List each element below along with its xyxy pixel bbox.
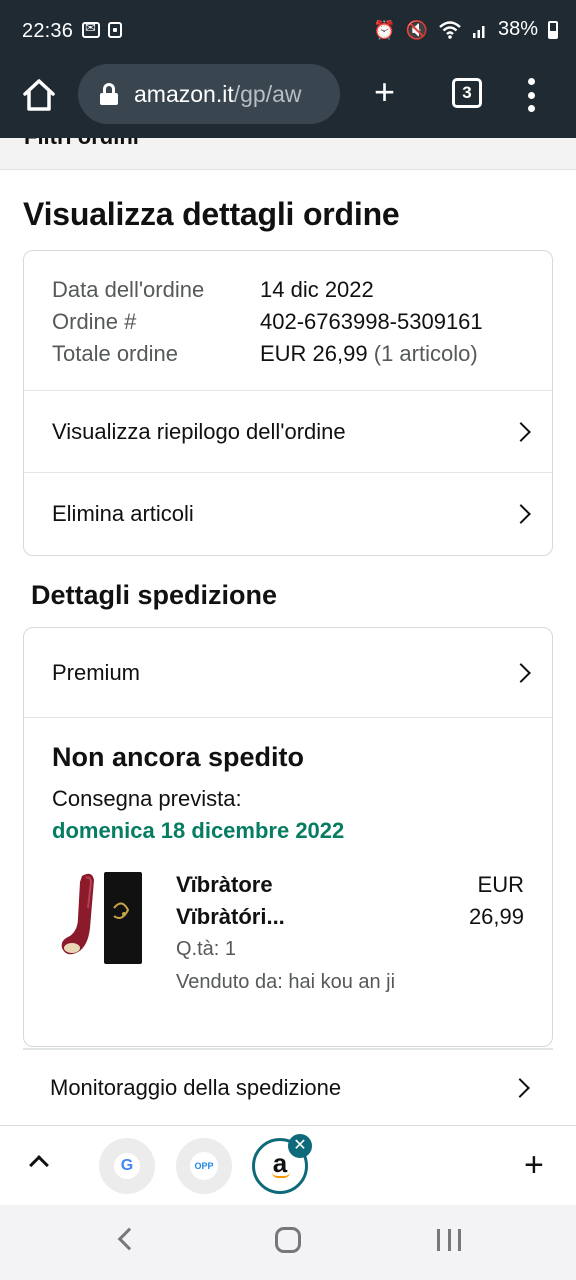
wifi-icon bbox=[439, 20, 461, 39]
chevron-up-icon[interactable] bbox=[29, 1155, 49, 1175]
mail-notification-icon bbox=[82, 20, 100, 38]
delete-items-link[interactable]: Elimina articoli bbox=[24, 473, 552, 555]
opp-icon: OPP bbox=[190, 1152, 218, 1180]
order-number-label: Ordine # bbox=[52, 309, 137, 334]
home-button-icon[interactable] bbox=[275, 1227, 301, 1253]
view-order-summary-label: Visualizza riepilogo dell'ordine bbox=[52, 418, 346, 444]
delivery-label: Consegna prevista: bbox=[52, 786, 242, 811]
home-icon[interactable] bbox=[20, 76, 58, 114]
shipping-service-link[interactable]: Premium bbox=[24, 628, 552, 718]
google-shortcut[interactable]: G bbox=[99, 1138, 155, 1194]
product-currency: EUR bbox=[477, 872, 524, 897]
order-total-label: Totale ordine bbox=[52, 341, 178, 366]
android-nav-bar bbox=[0, 1205, 576, 1280]
order-number-value: 402-6763998-5309161 bbox=[260, 309, 483, 334]
order-info: Data dell'ordine 14 dic 2022 Ordine # 40… bbox=[24, 251, 552, 391]
url-host: amazon.it bbox=[134, 80, 234, 107]
menu-icon[interactable] bbox=[524, 78, 538, 112]
mute-icon: 🔇 bbox=[405, 19, 428, 40]
shipping-section-title: Dettagli spedizione bbox=[31, 580, 278, 610]
url-bar[interactable]: amazon.it/gp/aw bbox=[78, 64, 340, 124]
delete-items-label: Elimina articoli bbox=[52, 501, 194, 526]
filter-label: Filtri ordini bbox=[24, 138, 139, 150]
chevron-right-icon bbox=[511, 421, 531, 442]
new-tab-icon[interactable]: + bbox=[374, 74, 395, 110]
recent-apps-icon[interactable] bbox=[437, 1229, 461, 1251]
page-title: Visualizza dettagli ordine bbox=[23, 196, 400, 232]
add-tab-icon[interactable]: + bbox=[524, 1148, 544, 1182]
product-image[interactable] bbox=[52, 868, 148, 968]
track-shipment-label: Monitoraggio della spedizione bbox=[50, 1074, 342, 1100]
chevron-right-icon bbox=[511, 504, 531, 524]
browser-toolbar: amazon.it/gp/aw + 3 bbox=[0, 64, 576, 138]
alarm-icon: ⏰ bbox=[373, 19, 396, 40]
lock-icon bbox=[100, 83, 118, 105]
amazon-smile-icon bbox=[272, 1172, 290, 1178]
app-notification-icon bbox=[108, 22, 122, 38]
product-quantity: Q.tà: 1 bbox=[176, 938, 237, 960]
order-item-count: (1 articolo) bbox=[373, 341, 478, 366]
product-name-line2[interactable]: Vïbràtóri... bbox=[176, 904, 285, 930]
google-icon: G bbox=[114, 1153, 140, 1179]
battery-percent: 38% bbox=[497, 18, 538, 40]
track-shipment-link[interactable]: Monitoraggio della spedizione bbox=[23, 1048, 553, 1125]
opp-shortcut[interactable]: OPP bbox=[176, 1138, 232, 1194]
back-icon[interactable] bbox=[117, 1227, 141, 1251]
signal-icon bbox=[472, 25, 485, 38]
order-date-label: Data dell'ordine bbox=[52, 277, 205, 302]
product-name-line1[interactable]: Vïbràtore bbox=[176, 872, 273, 898]
tab-switcher-icon[interactable]: 3 bbox=[452, 78, 482, 108]
browser-chrome: 22:36 ⏰ 🔇 38% bbox=[0, 0, 576, 138]
shipment-status: Non ancora spedito bbox=[52, 742, 305, 772]
order-date-value: 14 dic 2022 bbox=[260, 277, 374, 302]
chevron-right-icon bbox=[511, 662, 531, 683]
order-info-card: Data dell'ordine 14 dic 2022 Ordine # 40… bbox=[23, 250, 553, 556]
product-seller: Venduto da: hai kou an ji bbox=[176, 971, 396, 993]
view-order-summary-link[interactable]: Visualizza riepilogo dell'ordine bbox=[24, 391, 552, 473]
shipping-service-label: Premium bbox=[52, 659, 141, 685]
battery-icon bbox=[548, 20, 558, 39]
product-price: 26,99 bbox=[468, 904, 524, 929]
order-total-value: EUR 26,99 bbox=[260, 341, 368, 366]
order-filter-strip[interactable]: Filtri ordini bbox=[0, 138, 576, 170]
page-content: Filtri ordini Visualizza dettagli ordine… bbox=[0, 138, 576, 1125]
url-path: /gp/aw bbox=[233, 80, 302, 107]
close-tab-icon[interactable]: ✕ bbox=[288, 1134, 312, 1158]
shipment-card: Premium Non ancora spedito Consegna prev… bbox=[23, 627, 553, 1047]
delivery-date: domenica 18 dicembre 2022 bbox=[52, 818, 345, 843]
bottom-tab-bar: G OPP a ✕ + bbox=[0, 1125, 576, 1205]
status-bar: 22:36 ⏰ 🔇 38% bbox=[0, 0, 576, 64]
status-time: 22:36 bbox=[22, 20, 74, 42]
chevron-right-icon bbox=[510, 1077, 530, 1098]
